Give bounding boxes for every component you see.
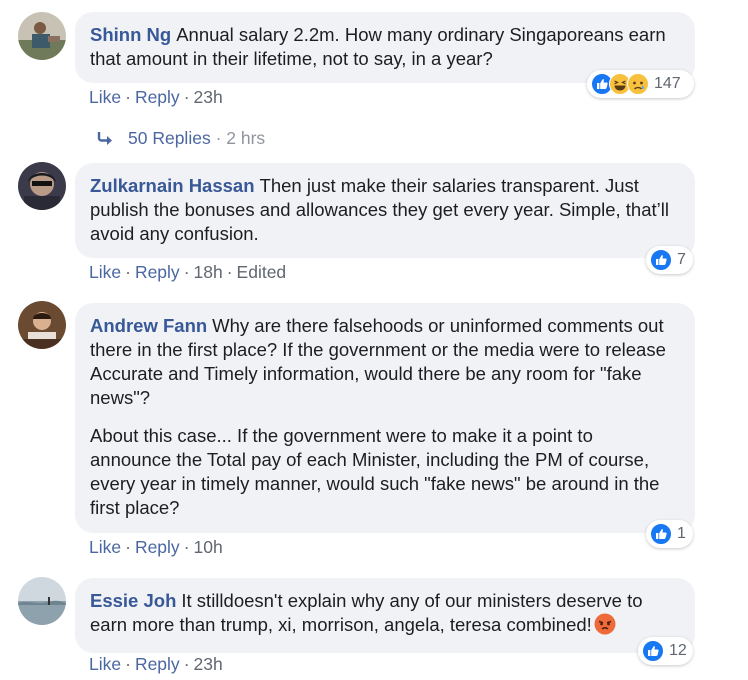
like-link[interactable]: Like [89, 537, 121, 557]
comment-actions: Like · Reply · 23h [89, 87, 223, 108]
reaction-summary[interactable]: 147 [587, 70, 694, 98]
like-reaction-icon [642, 640, 664, 662]
comment-text: Andrew Fann Why are there falsehoods or u… [90, 314, 679, 410]
comment-bubble: Essie Joh It stilldoesn't explain why any… [75, 578, 695, 653]
separator: · [125, 537, 131, 557]
view-replies-link[interactable]: 50 Replies · 2 hrs [96, 128, 265, 150]
comment-actions: Like · Reply · 10h [89, 537, 223, 558]
avatar[interactable] [18, 301, 66, 349]
separator: · [125, 262, 131, 282]
reaction-summary[interactable]: 1 [646, 520, 693, 548]
comment-author[interactable]: Shinn Ng [90, 24, 171, 45]
like-link[interactable]: Like [89, 654, 121, 674]
comment-bubble: Zulkarnain Hassan Then just make their sa… [75, 163, 695, 258]
comment-author[interactable]: Andrew Fann [90, 315, 207, 336]
comment-text: Essie Joh It stilldoesn't explain why any… [90, 589, 679, 641]
reaction-summary[interactable]: 12 [638, 637, 693, 665]
avatar[interactable] [18, 12, 66, 60]
reaction-count: 1 [677, 525, 686, 542]
edited-label[interactable]: Edited [237, 262, 287, 282]
avatar-image [18, 12, 66, 60]
pouting-face-icon [594, 613, 616, 641]
replies-count[interactable]: 50 Replies [128, 128, 211, 148]
reply-link[interactable]: Reply [135, 87, 180, 107]
reaction-count: 7 [677, 251, 686, 268]
avatar[interactable] [18, 162, 66, 210]
like-reaction-icon [650, 523, 672, 545]
separator: · [125, 654, 131, 674]
separator: · [226, 262, 233, 282]
like-link[interactable]: Like [89, 262, 121, 282]
reply-link[interactable]: Reply [135, 654, 180, 674]
comment-text: About this case... If the government wer… [90, 425, 660, 518]
timestamp[interactable]: 18h [194, 262, 223, 282]
separator: · [183, 654, 190, 674]
avatar-image [18, 162, 66, 210]
reaction-count: 12 [669, 642, 687, 659]
comment-body: Annual salary 2.2m. How many ordinary Si… [90, 24, 666, 69]
comment-actions: Like · Reply · 23h [89, 654, 223, 675]
reaction-count: 147 [654, 75, 681, 92]
like-reaction-icon [650, 249, 672, 271]
separator: · [183, 262, 190, 282]
timestamp[interactable]: 23h [194, 87, 223, 107]
replies-separator: · [210, 128, 227, 148]
comment-actions: Like · Reply · 18h · Edited [89, 262, 286, 283]
timestamp[interactable]: 10h [194, 537, 223, 557]
separator: · [125, 87, 131, 107]
reaction-summary[interactable]: 7 [646, 246, 693, 274]
sad-reaction-icon [627, 73, 649, 95]
timestamp[interactable]: 23h [194, 654, 223, 674]
reply-arrow-icon [96, 129, 118, 150]
comment-text: Shinn Ng Annual salary 2.2m. How many ord… [90, 23, 679, 71]
replies-time: 2 hrs [226, 128, 266, 148]
separator: · [183, 87, 190, 107]
avatar-image [18, 301, 66, 349]
reply-link[interactable]: Reply [135, 262, 180, 282]
like-link[interactable]: Like [89, 87, 121, 107]
avatar-image [18, 577, 66, 625]
separator: · [183, 537, 190, 557]
comment-bubble: Andrew Fann Why are there falsehoods or u… [75, 303, 695, 533]
avatar[interactable] [18, 577, 66, 625]
comment-author[interactable]: Essie Joh [90, 590, 176, 611]
comment-text: Zulkarnain Hassan Then just make their sa… [90, 174, 679, 246]
comment-author[interactable]: Zulkarnain Hassan [90, 175, 255, 196]
reply-link[interactable]: Reply [135, 537, 180, 557]
